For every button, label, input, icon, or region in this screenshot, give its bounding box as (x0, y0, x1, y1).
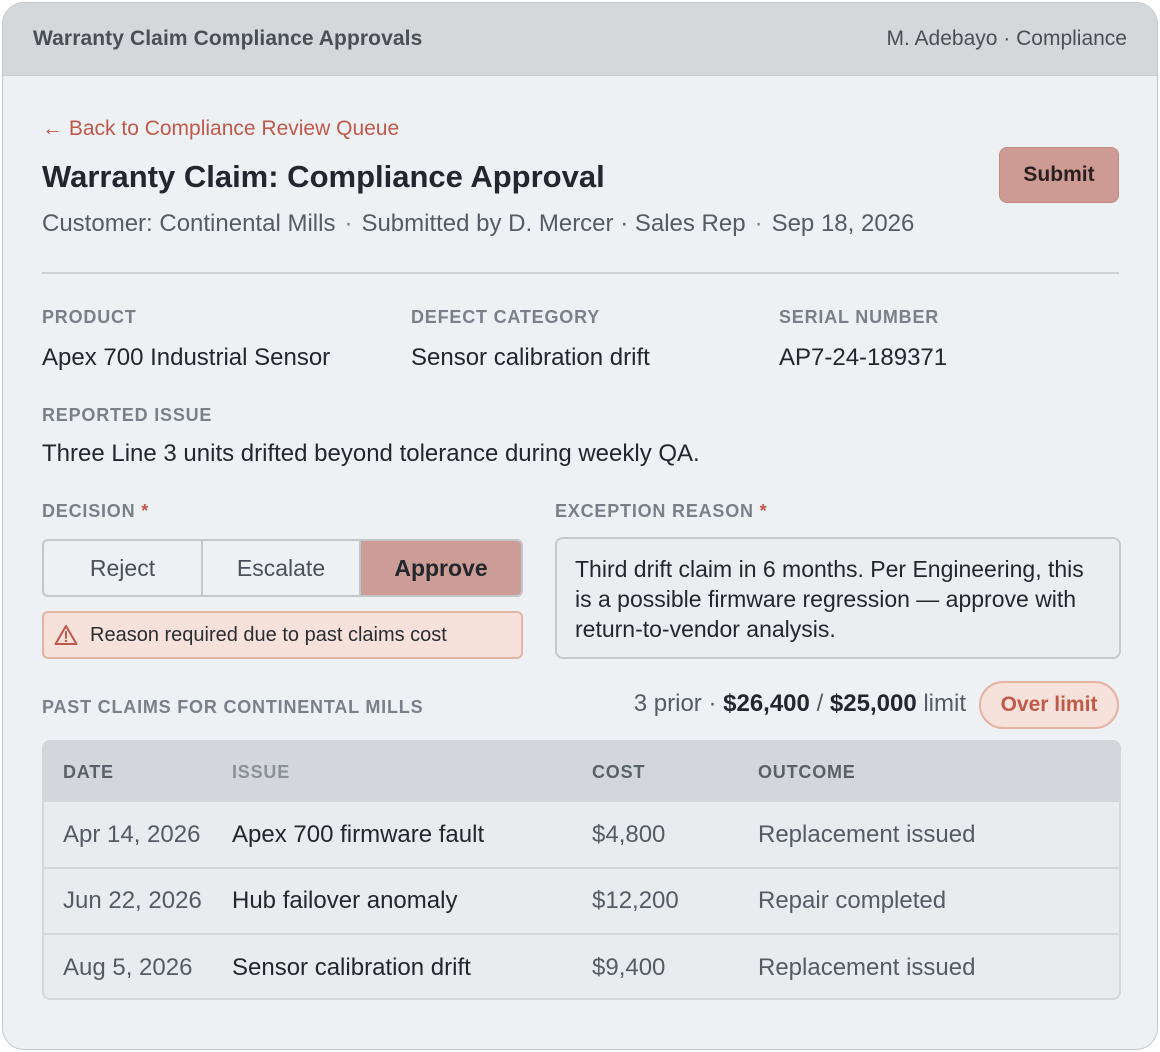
decision-label-text: DECISION (42, 501, 136, 521)
decision-approve-button[interactable]: Approve (361, 541, 521, 595)
decision-label: DECISION * (42, 501, 149, 522)
table-row[interactable]: Aug 5, 2026 Sensor calibration drift $9,… (44, 934, 1119, 998)
cell-cost: $4,800 (592, 820, 666, 848)
past-claims-label: PAST CLAIMS FOR CONTINENTAL MILLS (42, 697, 424, 717)
required-mark: * (759, 501, 768, 521)
cell-date: Apr 14, 2026 (63, 820, 201, 848)
past-claims-table: DATE ISSUE COST OUTCOME Apr 14, 2026 Ape… (42, 740, 1121, 1000)
decision-segmented-control: Reject Escalate Approve (42, 539, 523, 597)
decision-escalate-button[interactable]: Escalate (203, 541, 361, 595)
page-title: Warranty Claim: Compliance Approval (42, 159, 605, 194)
warning-text: Reason required due to past claims cost (90, 623, 447, 646)
table-row[interactable]: Apr 14, 2026 Apex 700 firmware fault $4,… (44, 802, 1119, 868)
table-header-row: DATE ISSUE COST OUTCOME (44, 742, 1119, 802)
limit-word: limit (923, 690, 966, 717)
claims-cost-summary: 3 prior · $26,400 / $25,000 limit (634, 690, 966, 718)
meta-date: Sep 18, 2026 (771, 210, 915, 237)
warning-triangle-icon (54, 623, 80, 647)
required-mark: * (141, 501, 150, 521)
back-to-queue-link[interactable]: ← Back to Compliance Review Queue (42, 117, 399, 141)
meta-separator: · (754, 210, 763, 237)
product-value: Apex 700 Industrial Sensor (42, 344, 331, 371)
over-limit-badge: Over limit (979, 681, 1119, 729)
cell-issue: Sensor calibration drift (232, 953, 471, 981)
reported-issue-value: Three Line 3 units drifted beyond tolera… (42, 440, 700, 467)
column-header-date[interactable]: DATE (44, 742, 232, 802)
cell-issue: Apex 700 firmware fault (232, 820, 485, 848)
column-header-outcome[interactable]: OUTCOME (758, 742, 1119, 802)
cell-date: Aug 5, 2026 (63, 953, 193, 981)
meta-submitted-by: Submitted by D. Mercer · Sales Rep (361, 210, 746, 237)
decision-reject-button[interactable]: Reject (44, 541, 203, 595)
serial-number-value: AP7-24-189371 (779, 344, 948, 371)
defect-category-value: Sensor calibration drift (411, 344, 650, 371)
summary-slash: / (816, 690, 824, 717)
cell-date: Jun 22, 2026 (63, 887, 202, 914)
header-divider (42, 272, 1119, 274)
claim-meta: Customer: Continental Mills · Submitted by… (42, 210, 914, 238)
column-header-cost[interactable]: COST (592, 742, 758, 802)
cell-issue: Hub failover anomaly (232, 887, 458, 914)
app-window: Warranty Claim Compliance Approvals M. A… (2, 2, 1158, 1050)
cell-outcome: Replacement issued (758, 953, 976, 981)
cell-outcome: Repair completed (758, 887, 947, 914)
top-bar: Warranty Claim Compliance Approvals M. A… (3, 3, 1157, 76)
meta-separator: · (344, 210, 353, 237)
cell-cost: $12,200 (592, 887, 679, 914)
exception-reason-textarea[interactable]: Third drift claim in 6 months. Per Engin… (555, 537, 1121, 659)
app-title: Warranty Claim Compliance Approvals (33, 27, 423, 50)
exception-reason-label: EXCEPTION REASON * (555, 501, 767, 522)
exception-reason-label-text: EXCEPTION REASON (555, 501, 754, 521)
column-header-issue[interactable]: ISSUE (232, 742, 592, 802)
cell-cost: $9,400 (592, 953, 666, 981)
defect-category-label: DEFECT CATEGORY (411, 307, 601, 327)
prior-count: 3 prior · (633, 690, 717, 717)
meta-customer: Customer: Continental Mills (42, 210, 336, 237)
reported-issue-label: REPORTED ISSUE (42, 405, 213, 425)
submit-button[interactable]: Submit (999, 147, 1119, 203)
claims-total: $26,400 (723, 690, 810, 717)
current-user[interactable]: M. Adebayo · Compliance (887, 27, 1127, 51)
table-row[interactable]: Jun 22, 2026 Hub failover anomaly $12,20… (44, 868, 1119, 934)
serial-number-label: SERIAL NUMBER (779, 307, 940, 327)
claims-limit: $25,000 (829, 690, 917, 717)
product-label: PRODUCT (42, 307, 137, 327)
cell-outcome: Replacement issued (758, 820, 976, 848)
reason-required-warning: Reason required due to past claims cost (42, 611, 523, 659)
